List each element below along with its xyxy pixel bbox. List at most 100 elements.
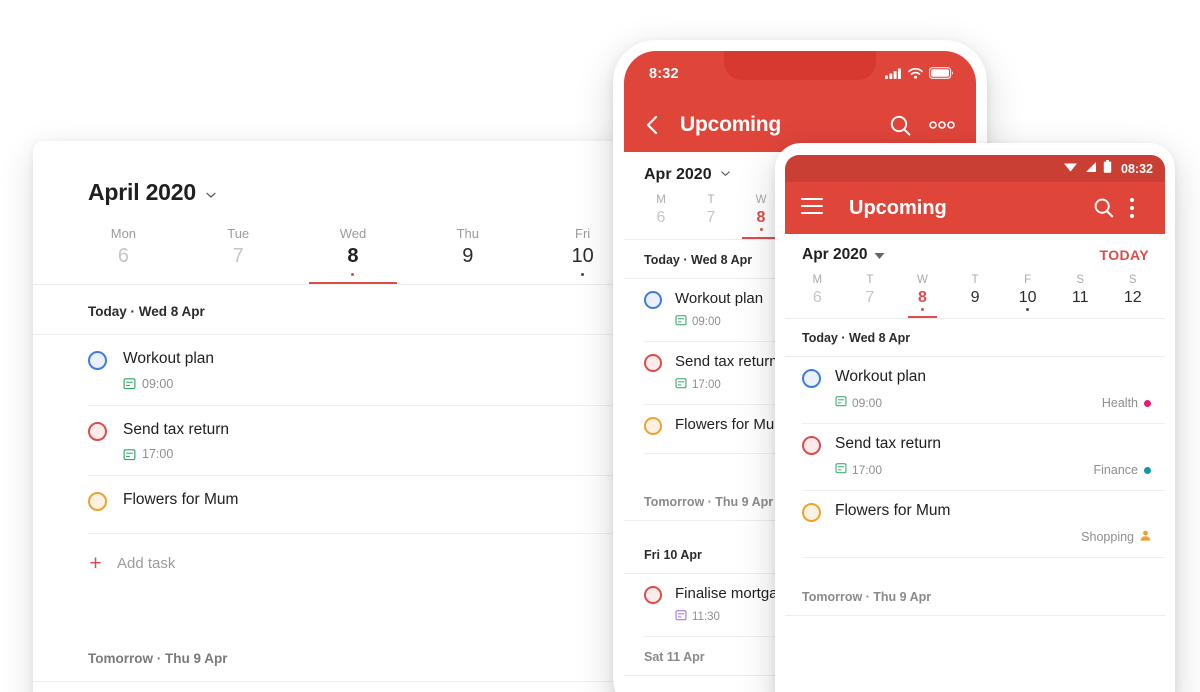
project-badge[interactable]: Health — [1102, 396, 1151, 410]
day-of-week-label: T — [949, 274, 1002, 286]
more-options-icon[interactable] — [928, 120, 956, 130]
day-number: 12 — [1106, 289, 1159, 307]
hamburger-menu-icon[interactable] — [801, 197, 823, 219]
day-of-week-label: M — [791, 274, 844, 286]
task-time: 17:00 — [852, 463, 882, 477]
android-day-w-selected[interactable]: W 8 — [896, 274, 949, 318]
task-indicator-dot — [1026, 308, 1029, 311]
desktop-day-mon[interactable]: Mon 6 — [66, 226, 181, 284]
task-row[interactable]: Flowers for Mum Shopping — [785, 491, 1165, 557]
task-checkbox[interactable] — [88, 492, 107, 511]
day-of-week-label: Wed — [296, 226, 411, 241]
android-day-s1[interactable]: S 11 — [1054, 274, 1107, 318]
android-day-m[interactable]: M 6 — [791, 274, 844, 318]
task-row[interactable]: Workout plan 09:00 Health — [785, 357, 1165, 423]
task-checkbox[interactable] — [88, 351, 107, 370]
section-header-tomorrow: Tomorrow · Thu 9 Apr — [33, 632, 673, 681]
task-content: Flowers for Mum — [675, 416, 787, 433]
task-title: Flowers for Mum — [835, 502, 1151, 520]
screenshot-stage: April 2020 Mon 6 Tue 7 Wed 8 Thu 9 — [0, 0, 1200, 692]
overflow-menu-icon[interactable] — [1129, 197, 1149, 219]
task-checkbox[interactable] — [644, 417, 662, 435]
android-device-mockup: 08:32 Upcoming Apr 2020 TODAY — [775, 143, 1175, 692]
ios-day-t[interactable]: T 7 — [686, 194, 736, 239]
chevron-down-icon[interactable] — [205, 189, 217, 201]
status-time: 8:32 — [649, 66, 679, 82]
cell-signal-icon — [1084, 160, 1097, 178]
task-time-group: 09:00 — [835, 394, 882, 412]
task-indicator-dot — [760, 228, 763, 231]
task-checkbox[interactable] — [802, 369, 821, 388]
task-metadata: 11:30 — [675, 608, 786, 626]
ios-status-bar: 8:32 — [624, 51, 976, 98]
today-button[interactable]: TODAY — [1100, 247, 1149, 263]
desktop-day-tue[interactable]: Tue 7 — [181, 226, 296, 284]
task-title: Send tax return — [675, 353, 778, 370]
day-number: 6 — [791, 289, 844, 307]
task-indicator-dot — [581, 273, 584, 276]
task-checkbox[interactable] — [644, 586, 662, 604]
task-content: Workout plan 09:00 — [675, 290, 763, 331]
task-time: 09:00 — [142, 377, 173, 391]
android-month-row: Apr 2020 TODAY — [785, 234, 1165, 264]
task-metadata: 09:00 — [675, 313, 763, 331]
search-icon[interactable] — [889, 114, 912, 137]
project-badge[interactable]: Shopping — [1081, 528, 1151, 546]
task-time-group: 17:00 — [835, 461, 882, 479]
task-row[interactable]: Flowers for Mum — [33, 476, 673, 533]
task-title: Workout plan — [675, 290, 763, 307]
section-header-today: Today · Wed 8 Apr — [33, 285, 673, 334]
android-day-f[interactable]: F 10 — [1001, 274, 1054, 318]
calendar-icon — [675, 313, 687, 331]
section-header-tomorrow: Tomorrow · Thu 9 Apr — [785, 578, 1165, 615]
task-indicator-dot — [351, 273, 354, 276]
task-title: Flowers for Mum — [675, 416, 787, 433]
task-checkbox[interactable] — [644, 354, 662, 372]
task-time: 09:00 — [692, 316, 721, 328]
android-day-t2[interactable]: T 9 — [949, 274, 1002, 318]
task-content: Flowers for Mum — [123, 491, 238, 510]
chevron-down-icon[interactable] — [874, 247, 885, 265]
add-task-label: Add task — [117, 555, 175, 572]
status-icons — [885, 66, 954, 84]
desktop-day-thu[interactable]: Thu 9 — [410, 226, 525, 284]
task-content: Send tax return 17:00 — [123, 421, 229, 462]
project-badge[interactable]: Finance — [1094, 463, 1151, 477]
day-of-week-label: T — [686, 194, 736, 206]
battery-icon — [1103, 160, 1112, 178]
calendar-icon — [675, 376, 687, 394]
chevron-down-icon[interactable] — [720, 166, 731, 184]
task-checkbox[interactable] — [802, 503, 821, 522]
calendar-icon — [835, 461, 847, 479]
project-color-dot — [1144, 467, 1151, 474]
ios-screen-title: Upcoming — [680, 113, 873, 137]
desktop-day-wed-selected[interactable]: Wed 8 — [296, 226, 411, 284]
battery-icon — [929, 66, 954, 84]
wifi-icon — [1063, 160, 1078, 178]
task-metadata: Shopping — [835, 528, 1151, 546]
task-time: 17:00 — [142, 447, 173, 461]
project-name: Health — [1102, 396, 1138, 410]
task-checkbox[interactable] — [644, 291, 662, 309]
android-day-t[interactable]: T 7 — [844, 274, 897, 318]
back-chevron-icon[interactable] — [640, 112, 666, 138]
add-task-button-tomorrow[interactable]: + Add task — [33, 682, 673, 692]
ios-day-m[interactable]: M 6 — [636, 194, 686, 239]
calendar-icon — [675, 608, 687, 626]
task-checkbox[interactable] — [88, 422, 107, 441]
day-of-week-label: Tue — [181, 226, 296, 241]
task-content: Send tax return 17:00 Finance — [835, 435, 1151, 479]
task-metadata: 17:00 Finance — [835, 461, 1151, 479]
task-checkbox[interactable] — [802, 436, 821, 455]
task-row[interactable]: Workout plan 09:00 — [33, 335, 673, 405]
add-task-button[interactable]: + Add task — [33, 534, 673, 592]
selected-day-underline — [309, 282, 396, 284]
android-week-strip: M 6 T 7 W 8 T 9 F — [791, 274, 1159, 318]
month-label[interactable]: Apr 2020 — [802, 246, 867, 264]
android-day-s2[interactable]: S 12 — [1106, 274, 1159, 318]
search-icon[interactable] — [1093, 197, 1115, 219]
task-row[interactable]: Send tax return 17:00 Finance — [785, 424, 1165, 490]
task-content: Flowers for Mum Shopping — [835, 502, 1151, 546]
day-number: 8 — [296, 245, 411, 268]
task-row[interactable]: Send tax return 17:00 — [33, 406, 673, 476]
